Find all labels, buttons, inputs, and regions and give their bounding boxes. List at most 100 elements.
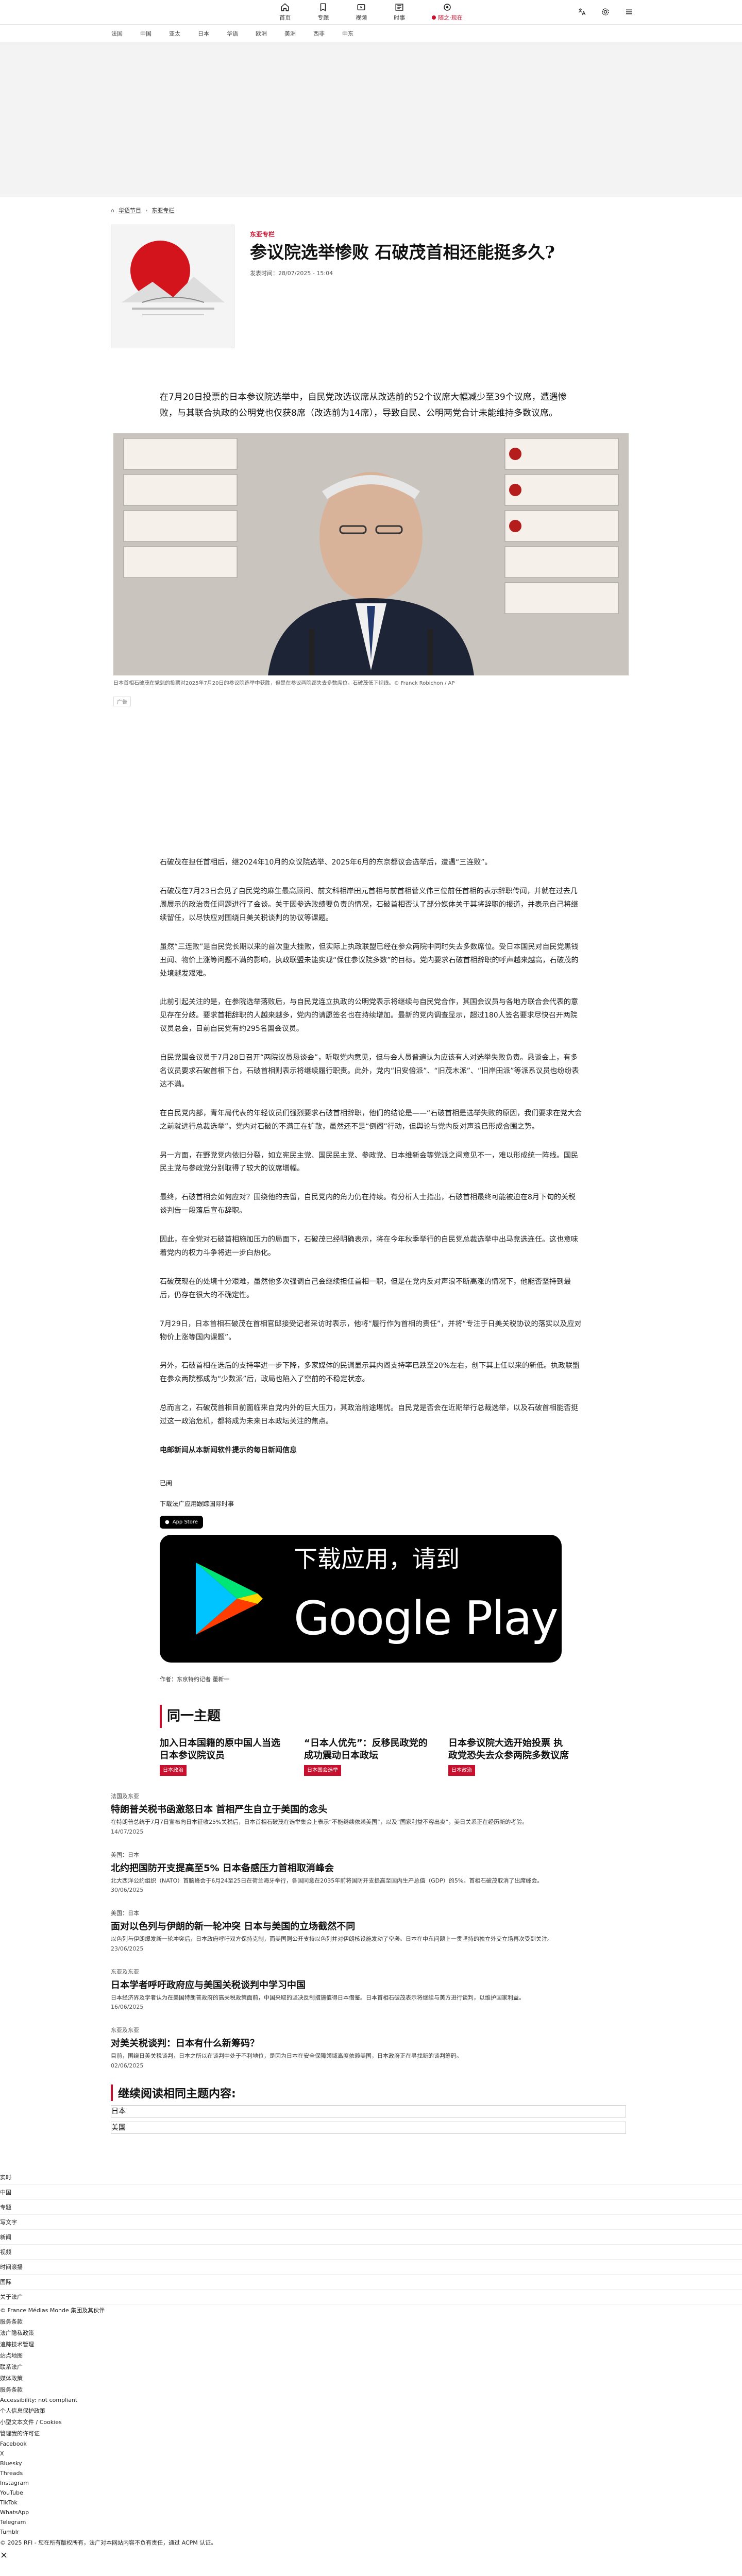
play-triangle-icon: [196, 1562, 263, 1635]
breadcrumb-separator: ›: [145, 207, 148, 214]
nav-live[interactable]: 随之·现在: [432, 3, 463, 22]
footer-item[interactable]: 媒体政策: [0, 2372, 742, 2384]
footer-link[interactable]: 国际: [0, 2275, 742, 2290]
close-icon[interactable]: ×: [0, 2548, 742, 2562]
footer-item[interactable]: Tumblr: [0, 2527, 742, 2537]
footer-item[interactable]: 服务条款: [0, 2316, 742, 2327]
home-icon[interactable]: ⌂: [111, 207, 114, 214]
section-japan[interactable]: 日本: [198, 29, 209, 38]
news-time: 30/06/2025: [111, 1887, 144, 1894]
news-title[interactable]: 日本学者呼吁政府应与美国关税谈判中学习中国: [111, 1978, 631, 1991]
column-thumbnail: [111, 225, 234, 348]
nav-topics-label: 专题: [317, 14, 329, 21]
section-americas[interactable]: 美洲: [284, 29, 296, 38]
nav-video[interactable]: 视频: [356, 3, 367, 22]
menu-icon[interactable]: [625, 7, 634, 16]
footer-item[interactable]: WhatsApp: [0, 2507, 742, 2517]
news-item[interactable]: 法国及东亚 特朗普关税书函激怒日本 首相严生自立于美国的念头 在特朗普总统于7月…: [111, 1792, 631, 1835]
footer-item[interactable]: TikTok: [0, 2498, 742, 2507]
footer-item[interactable]: 联系法广: [0, 2361, 742, 2372]
footer-link[interactable]: 写文字: [0, 2215, 742, 2230]
section-chinese[interactable]: 华语: [227, 29, 238, 38]
news-item[interactable]: 美国：日本 北约把国防开支提高至5% 日本备感压力首相取消峰会 北大西洋公约组织…: [111, 1851, 631, 1894]
section-china[interactable]: 中国: [140, 29, 151, 38]
same-topic-item[interactable]: “日本人优先”：反移民政党的成功震动日本政坛 日本国会选举: [304, 1737, 428, 1776]
same-topic-title[interactable]: “日本人优先”：反移民政党的成功震动日本政坛: [304, 1737, 428, 1762]
app-store-badge[interactable]: ● App Store: [160, 1515, 203, 1529]
news-title[interactable]: 北约把国防开支提高至5% 日本备感压力首相取消峰会: [111, 1861, 631, 1874]
footer-link[interactable]: 关于法广: [0, 2290, 742, 2304]
continue-tag-box[interactable]: 美国: [111, 2121, 626, 2134]
ok-label[interactable]: 已阅: [160, 1478, 582, 1488]
footer: 实时 中国 专题 写文字 新闻 视频 时间滚播 国际 关于法广 © France…: [0, 2170, 742, 2562]
breadcrumb-programs[interactable]: 华语节目: [119, 206, 141, 214]
article-wrap: ⌂ 华语节目 › 东亚专栏 东亚专栏 参议院选举惨败 石破茂首相还能挺多久? 发…: [111, 206, 631, 348]
article-author: 作者：东京特约记者 董新一: [160, 1675, 230, 1683]
article-lead-block: 在7月20日投票的日本参议院选举中，自民党改选议席从改选前的52个议席大幅减少至…: [160, 389, 582, 421]
article-kicker[interactable]: 东亚专栏: [250, 230, 555, 239]
nav-home-label: 首页: [279, 14, 291, 21]
footer-item[interactable]: © France Médias Monde 集团及其伙伴: [0, 2304, 742, 2316]
nav-home[interactable]: 首页: [279, 3, 291, 22]
footer-item[interactable]: Threads: [0, 2468, 742, 2478]
translate-icon[interactable]: [577, 7, 586, 16]
section-france[interactable]: 法国: [111, 29, 123, 38]
google-play-banner[interactable]: 下载应用，请到 Google Play: [160, 1534, 562, 1663]
same-topic-item[interactable]: 日本参议院大选开始投票 执政党恐失去众参两院多数议席 日本政治: [448, 1737, 572, 1776]
news-item[interactable]: 东亚及东亚 日本学者呼吁政府应与美国关税谈判中学习中国 日本经济界及学者认为在美…: [111, 1968, 631, 2011]
footer-item[interactable]: YouTube: [0, 2488, 742, 2498]
footer-item[interactable]: X: [0, 2449, 742, 2459]
news-item[interactable]: 美国：日本 面对以色列与伊朗的新一轮冲突 日本与美国的立场截然不同 以色列与伊朗…: [111, 1909, 631, 1952]
footer-item[interactable]: 法广隐私政策: [0, 2327, 742, 2338]
section-west-africa[interactable]: 西非: [313, 29, 325, 38]
footer-link[interactable]: 时间滚播: [0, 2260, 742, 2275]
same-topic-tag[interactable]: 日本国会选举: [304, 1765, 341, 1776]
footer-item[interactable]: 服务条款: [0, 2384, 742, 2395]
news-title[interactable]: 特朗普关税书函激怒日本 首相严生自立于美国的念头: [111, 1802, 631, 1816]
footer-item[interactable]: 管理我的许可证: [0, 2428, 742, 2439]
footer-item[interactable]: 追踪技术管理: [0, 2338, 742, 2350]
footer-item[interactable]: Accessibility: not compliant: [0, 2395, 742, 2405]
same-topic-heading: 同一主题: [160, 1705, 582, 1728]
same-topic-item[interactable]: 加入日本国籍的原中国人当选日本参议院议员 日本政治: [160, 1737, 283, 1776]
nav-video-label: 视频: [356, 14, 367, 21]
nav-topics[interactable]: 专题: [317, 3, 329, 22]
footer-item[interactable]: Facebook: [0, 2439, 742, 2449]
same-topic-tag[interactable]: 日本政治: [448, 1765, 475, 1776]
top-bar: 首页 专题 视频 时事 随之·现在: [0, 0, 742, 25]
footer-item[interactable]: Instagram: [0, 2478, 742, 2488]
footer-item[interactable]: 小型文本文件 / Cookies: [0, 2416, 742, 2428]
footer-item[interactable]: Bluesky: [0, 2459, 742, 2468]
gear-icon[interactable]: [601, 7, 610, 16]
footer-item[interactable]: 个人信息保护政策: [0, 2405, 742, 2416]
nav-news[interactable]: 时事: [394, 3, 405, 22]
same-topic-title[interactable]: 加入日本国籍的原中国人当选日本参议院议员: [160, 1737, 283, 1762]
news-title[interactable]: 对美关税谈判：日本有什么新筹码？: [111, 2036, 631, 2049]
footer-link[interactable]: 中国: [0, 2185, 742, 2200]
news-title[interactable]: 面对以色列与伊朗的新一轮冲突 日本与美国的立场截然不同: [111, 1919, 631, 1933]
same-topic-tag[interactable]: 日本政治: [160, 1765, 187, 1776]
footer-link[interactable]: 新闻: [0, 2230, 742, 2245]
footer-item[interactable]: 站点地图: [0, 2350, 742, 2361]
section-middle-east[interactable]: 中东: [342, 29, 353, 38]
news-item[interactable]: 东亚及东亚 对美关税谈判：日本有什么新筹码？ 目前，围绕日美关税谈判，日本之所以…: [111, 2026, 631, 2069]
article-paragraph: 石破茂在担任首相后，继2024年10月的众议院选举、2025年6月的东京都议会选…: [160, 858, 492, 867]
brand-logo[interactable]: [172, 4, 189, 21]
same-topic-title[interactable]: 日本参议院大选开始投票 执政党恐失去众参两院多数议席: [448, 1737, 572, 1762]
section-nav: 法国 中国 亚太 日本 华语 欧洲 美洲 西非 中东: [0, 25, 742, 42]
continue-reading: 继续阅读相同主题内容: 日本 美国: [111, 2084, 631, 2134]
footer-link[interactable]: 实时: [0, 2170, 742, 2185]
continue-tag-box[interactable]: 日本: [111, 2105, 626, 2117]
same-topic-grid: 加入日本国籍的原中国人当选日本参议院议员 日本政治 “日本人优先”：反移民政党的…: [160, 1737, 582, 1776]
breadcrumb: ⌂ 华语节目 › 东亚专栏: [111, 206, 631, 214]
footer-link[interactable]: 专题: [0, 2200, 742, 2215]
radio-icon: [444, 4, 451, 11]
section-asia-pacific[interactable]: 亚太: [169, 29, 180, 38]
article-paragraph: 另外，石破首相在选后的支持率进一步下降，多家媒体的民调显示其内阁支持率已跌至20…: [160, 1362, 580, 1384]
news-desc: 北大西洋公约组织（NATO）首脑峰会于6月24至25日在荷兰海牙举行，各国同意在…: [111, 1877, 543, 1884]
footer-item[interactable]: Telegram: [0, 2517, 742, 2527]
photo-caption: 日本首相石破茂在党魁的投票对2025年7月20日的参议院选举中获胜，但是在参议两…: [113, 681, 455, 687]
section-europe[interactable]: 欧洲: [256, 29, 267, 38]
footer-link[interactable]: 视频: [0, 2245, 742, 2260]
breadcrumb-column[interactable]: 东亚专栏: [151, 206, 174, 214]
